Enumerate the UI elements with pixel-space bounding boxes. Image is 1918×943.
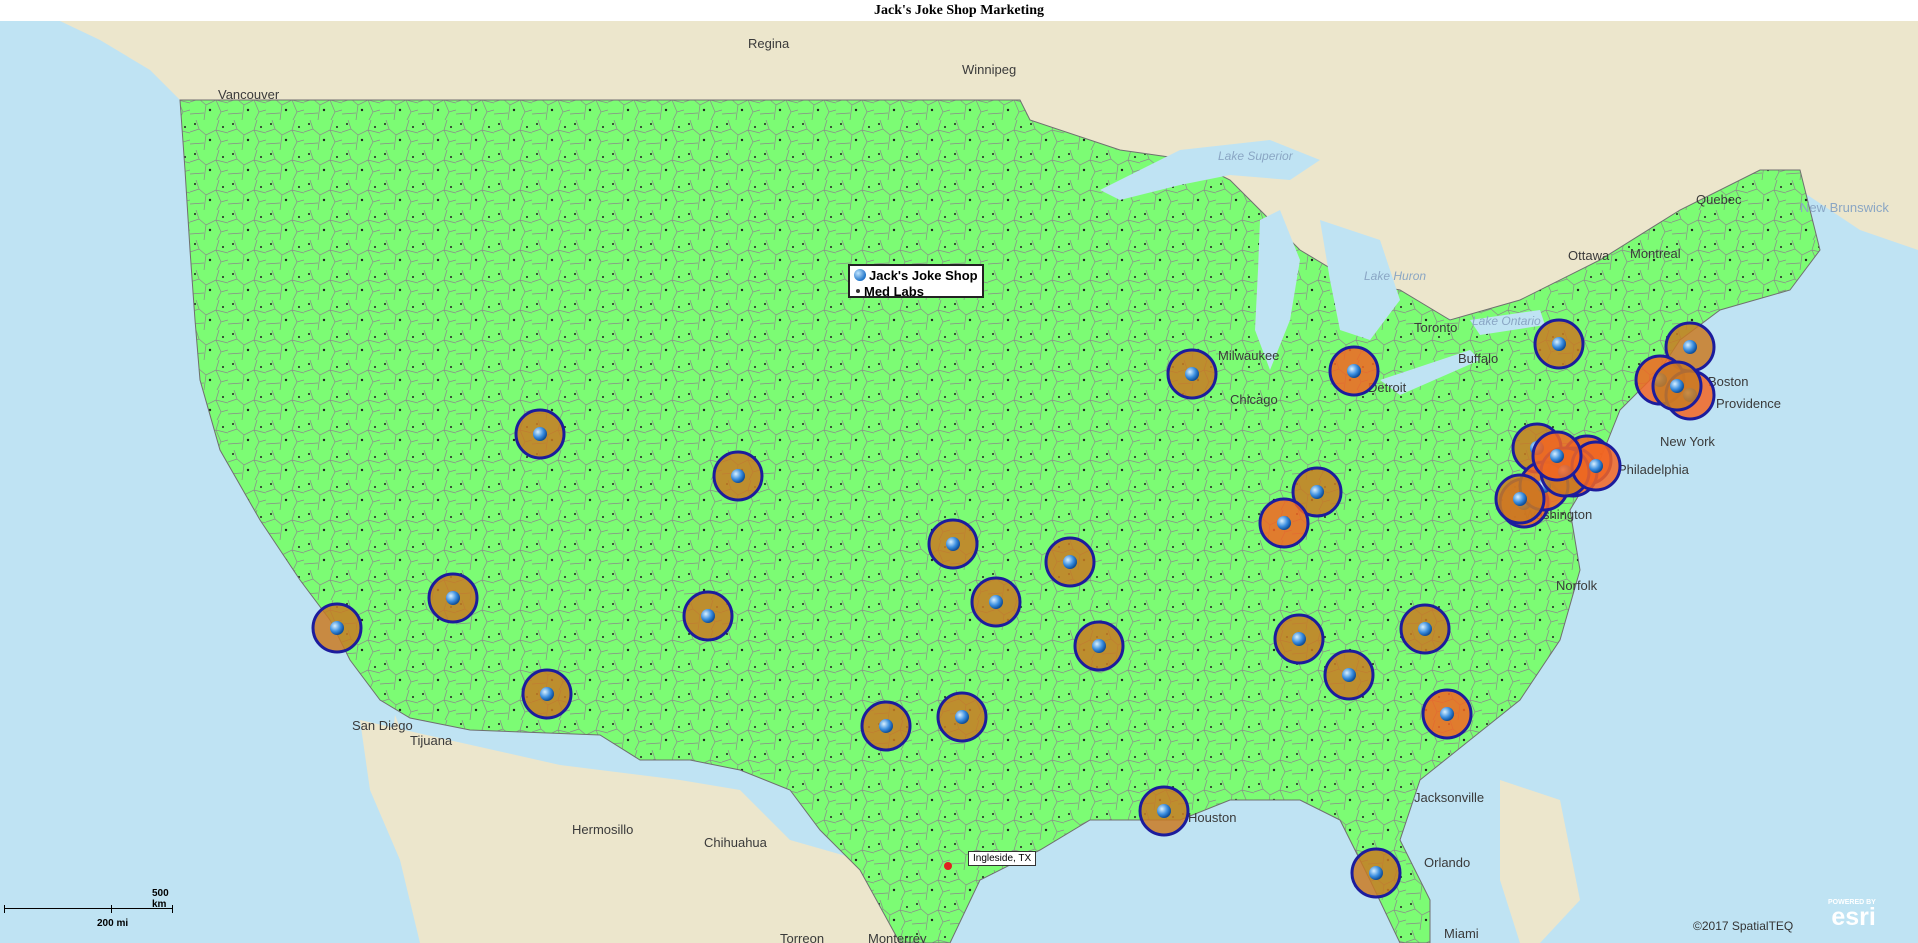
shop-sphere-icon[interactable] <box>1342 668 1356 682</box>
legend-label-shop: Jack's Joke Shop <box>869 267 978 283</box>
label-torreon: Torreon <box>780 931 824 943</box>
label-quebec: Quebec <box>1696 192 1742 207</box>
shop-sphere-icon[interactable] <box>879 719 893 733</box>
shop-marker[interactable] <box>1421 688 1473 740</box>
label-lake-huron: Lake Huron <box>1364 269 1426 283</box>
black-dot-icon <box>856 289 860 293</box>
shop-marker[interactable] <box>712 450 764 502</box>
shop-sphere-icon[interactable] <box>533 427 547 441</box>
map-canvas[interactable]: Regina Winnipeg Vancouver Ottawa Montrea… <box>0 21 1918 943</box>
shop-sphere-icon[interactable] <box>955 710 969 724</box>
shop-sphere-icon[interactable] <box>1369 866 1383 880</box>
label-ottawa: Ottawa <box>1568 248 1610 263</box>
legend-item-labs: Med Labs <box>854 283 978 299</box>
shop-marker[interactable] <box>936 691 988 743</box>
label-regina: Regina <box>748 36 790 51</box>
shop-marker[interactable] <box>927 518 979 570</box>
label-buffalo: Buffalo <box>1458 351 1498 366</box>
shop-marker[interactable] <box>1651 360 1703 412</box>
shop-marker[interactable] <box>1399 603 1451 655</box>
scale-bar: 500 km 200 mi <box>4 888 174 934</box>
label-toronto: Toronto <box>1414 320 1457 335</box>
shop-sphere-icon[interactable] <box>330 621 344 635</box>
shop-sphere-icon[interactable] <box>989 595 1003 609</box>
legend-item-shop: Jack's Joke Shop <box>854 267 978 283</box>
shop-sphere-icon[interactable] <box>731 469 745 483</box>
map-title: Jack's Joke Shop Marketing <box>0 0 1918 21</box>
label-chicago: Chicago <box>1230 392 1278 407</box>
shop-sphere-icon[interactable] <box>1589 459 1603 473</box>
label-vancouver: Vancouver <box>218 87 280 102</box>
shop-marker[interactable] <box>521 668 573 720</box>
shop-marker[interactable] <box>1494 473 1546 525</box>
shop-sphere-icon[interactable] <box>446 591 460 605</box>
shop-sphere-icon[interactable] <box>1550 449 1564 463</box>
esri-brand: esri <box>1831 903 1876 931</box>
shop-sphere-icon[interactable] <box>1670 379 1684 393</box>
label-san-diego: San Diego <box>352 718 413 733</box>
shop-marker[interactable] <box>1073 620 1125 672</box>
blue-sphere-icon <box>854 269 866 281</box>
shop-marker[interactable] <box>1531 430 1583 482</box>
shop-sphere-icon[interactable] <box>1185 367 1199 381</box>
shop-sphere-icon[interactable] <box>1513 492 1527 506</box>
shop-marker[interactable] <box>682 590 734 642</box>
shop-sphere-icon[interactable] <box>1418 622 1432 636</box>
shop-sphere-icon[interactable] <box>1310 485 1324 499</box>
label-norfolk: Norfolk <box>1556 578 1598 593</box>
esri-logo[interactable]: POWERED BY esri <box>1828 899 1876 931</box>
shop-marker[interactable] <box>860 700 912 752</box>
label-hermosillo: Hermosillo <box>572 822 633 837</box>
label-providence: Providence <box>1716 396 1781 411</box>
shop-sphere-icon[interactable] <box>1277 516 1291 530</box>
label-milwaukee: Milwaukee <box>1218 348 1279 363</box>
shop-sphere-icon[interactable] <box>701 609 715 623</box>
copyright-text: ©2017 SpatialTEQ <box>1693 919 1794 933</box>
shop-marker[interactable] <box>311 602 363 654</box>
shop-sphere-icon[interactable] <box>1157 804 1171 818</box>
legend-label-labs: Med Labs <box>864 283 924 299</box>
shop-marker[interactable] <box>1323 649 1375 701</box>
shop-marker[interactable] <box>1273 613 1325 665</box>
shop-marker[interactable] <box>1166 348 1218 400</box>
label-winnipeg: Winnipeg <box>962 62 1016 77</box>
label-monterrey: Monterrey <box>868 931 927 943</box>
label-lake-ontario: Lake Ontario <box>1472 314 1541 328</box>
label-houston: Houston <box>1188 810 1236 825</box>
shop-marker[interactable] <box>1350 847 1402 899</box>
label-tijuana: Tijuana <box>410 733 453 748</box>
shop-marker[interactable] <box>1138 785 1190 837</box>
label-lake-superior: Lake Superior <box>1218 149 1294 163</box>
label-new-york: New York <box>1660 434 1715 449</box>
label-miami: Miami <box>1444 926 1479 941</box>
label-orlando: Orlando <box>1424 855 1470 870</box>
shop-marker[interactable] <box>1328 345 1380 397</box>
scale-mi-label: 200 mi <box>97 918 129 929</box>
shop-sphere-icon[interactable] <box>1347 364 1361 378</box>
shop-marker[interactable] <box>1258 497 1310 549</box>
shop-sphere-icon[interactable] <box>1552 337 1566 351</box>
shop-sphere-icon[interactable] <box>946 537 960 551</box>
label-philadelphia: Philadelphia <box>1618 462 1690 477</box>
shop-sphere-icon[interactable] <box>1440 707 1454 721</box>
shop-sphere-icon[interactable] <box>1292 632 1306 646</box>
shop-marker[interactable] <box>970 576 1022 628</box>
shop-sphere-icon[interactable] <box>540 687 554 701</box>
shop-sphere-icon[interactable] <box>1063 555 1077 569</box>
label-new-brunswick: New Brunswick <box>1800 200 1889 215</box>
shop-sphere-icon[interactable] <box>1683 340 1697 354</box>
ingleside-callout[interactable]: Ingleside, TX <box>968 851 1037 866</box>
label-chihuahua: Chihuahua <box>704 835 768 850</box>
shop-marker[interactable] <box>427 572 479 624</box>
shop-marker[interactable] <box>1533 318 1585 370</box>
shop-marker[interactable] <box>514 408 566 460</box>
legend: Jack's Joke Shop Med Labs <box>848 264 984 299</box>
shop-sphere-icon[interactable] <box>1092 639 1106 653</box>
label-montreal: Montreal <box>1630 246 1681 261</box>
label-jacksonville: Jacksonville <box>1414 790 1484 805</box>
shop-marker[interactable] <box>1044 536 1096 588</box>
ingleside-marker[interactable] <box>944 862 952 870</box>
